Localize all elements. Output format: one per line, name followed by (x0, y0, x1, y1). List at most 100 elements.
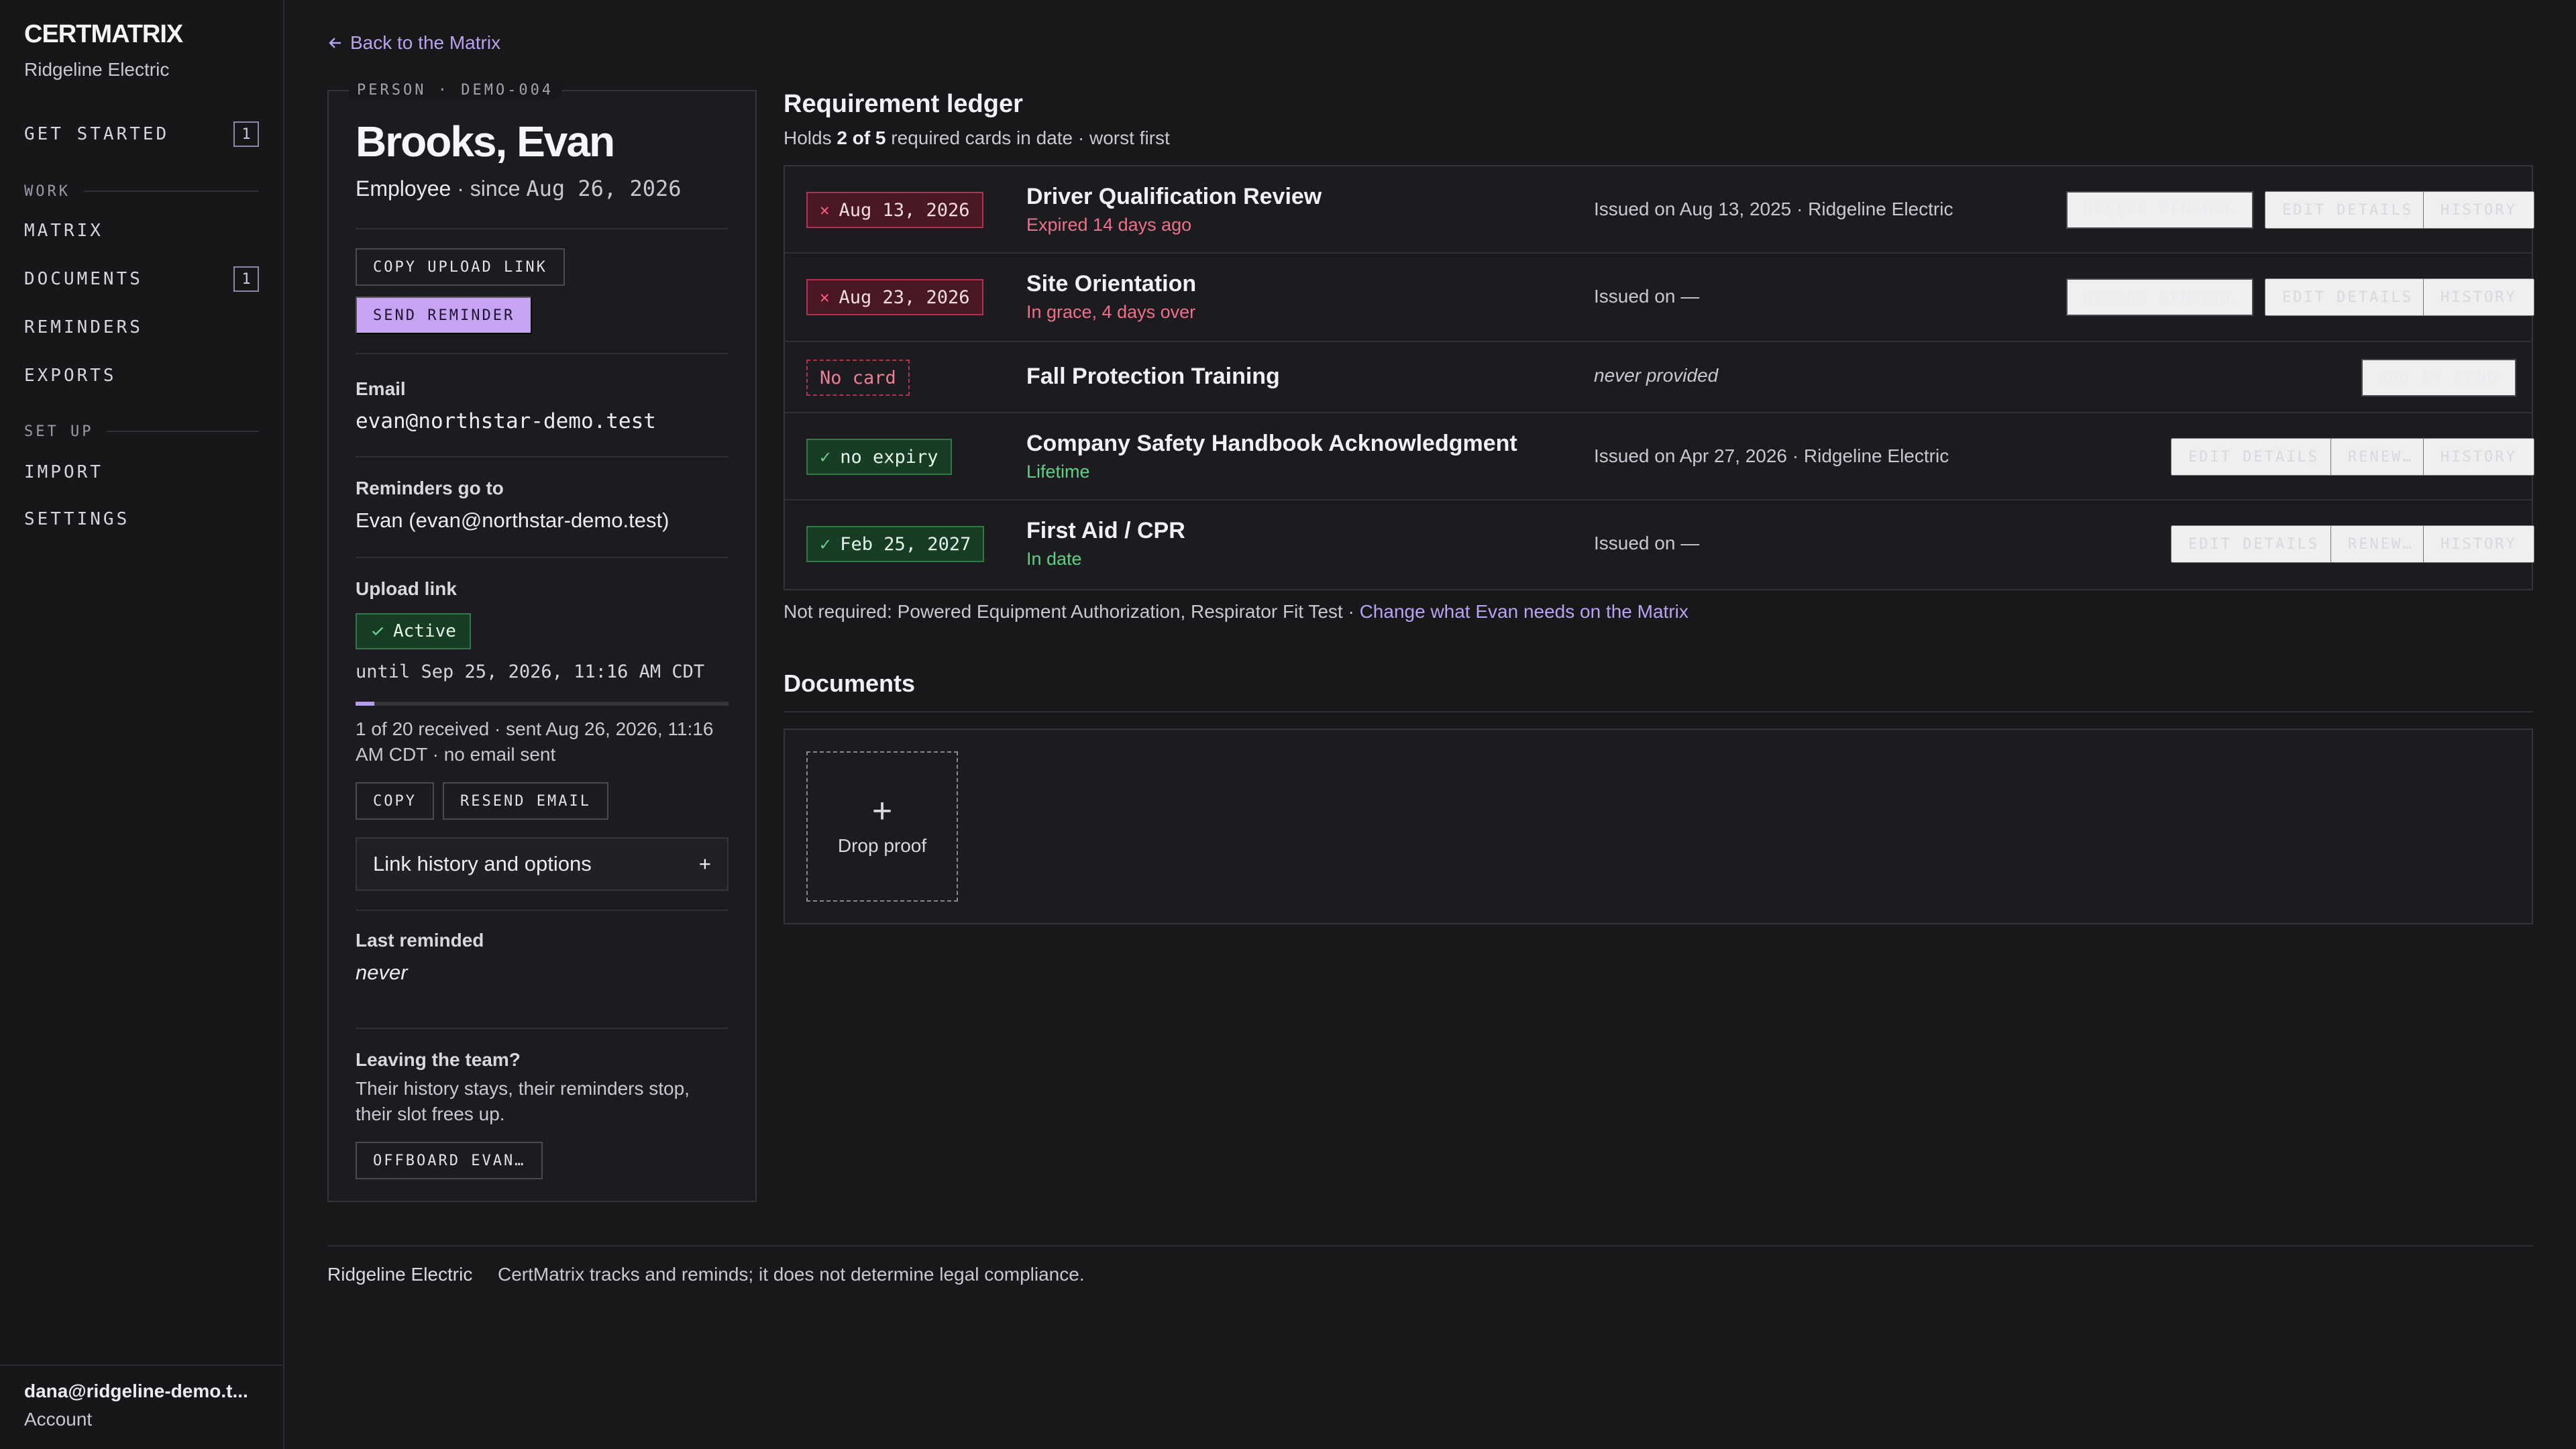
nav-get-started[interactable]: GET STARTED 1 (24, 119, 259, 149)
copy-upload-link-button[interactable]: COPY UPLOAD LINK (356, 248, 565, 286)
person-since-prefix: · since (457, 176, 521, 201)
ledger-summary-count: 2 of 5 (837, 127, 886, 148)
check-icon (372, 627, 384, 636)
upload-link-label: Upload link (356, 578, 457, 599)
status-no-card: No card (820, 367, 896, 388)
renew-button[interactable]: RENEW… (2330, 438, 2431, 476)
nav-exports-label: EXPORTS (24, 366, 117, 386)
divider (356, 557, 729, 558)
link-history-label: Link history and options (373, 852, 592, 875)
x-icon: ✕ (820, 201, 830, 219)
person-role-type: Employee (356, 176, 451, 201)
arrow-left-icon (329, 38, 341, 48)
org-name: Ridgeline Electric (24, 59, 170, 80)
nav-get-started-label: GET STARTED (24, 124, 170, 144)
back-link-label: Back to the Matrix (350, 32, 501, 53)
nav-documents[interactable]: DOCUMENTS 1 (24, 264, 259, 294)
nav-section-divider (107, 431, 259, 432)
requirement-note: In grace, 4 days over (1026, 302, 1196, 322)
nav-matrix-label: MATRIX (24, 221, 103, 241)
issued-info: Issued on — (1594, 533, 1700, 553)
requirement-name[interactable]: Company Safety Handbook Acknowledgment (1026, 431, 1517, 457)
footer-divider (327, 1245, 2533, 1246)
ledger-summary-suffix: required cards in date · worst first (891, 127, 1170, 148)
nav-section-setup: SET UP (24, 421, 259, 441)
change-requirements-link[interactable]: Change what Evan needs on the Matrix (1360, 601, 1688, 622)
record-renewal-button[interactable]: RECORD RENEWAL (2066, 191, 2254, 229)
check-icon: ✓ (820, 533, 831, 555)
drop-proof-label: Drop proof (837, 835, 927, 856)
history-button[interactable]: HISTORY (2423, 525, 2534, 563)
requirement-note: Expired 14 days ago (1026, 215, 1192, 235)
offboard-button[interactable]: OFFBOARD EVAN… (356, 1142, 543, 1179)
ledger-summary: Holds 2 of 5 required cards in date · wo… (784, 127, 1170, 149)
renew-button[interactable]: RENEW… (2330, 525, 2431, 563)
add-by-hand-button[interactable]: ADD BY HAND (2361, 359, 2516, 396)
leaving-team-label: Leaving the team? (356, 1049, 521, 1070)
nav-matrix[interactable]: MATRIX (24, 216, 259, 246)
edit-details-button[interactable]: EDIT DETAILS (2265, 191, 2430, 229)
requirement-name[interactable]: Site Orientation (1026, 271, 1196, 297)
history-button[interactable]: HISTORY (2423, 438, 2534, 476)
status-date: no expiry (840, 446, 938, 468)
nav-reminders[interactable]: REMINDERS (24, 313, 259, 342)
edit-details-button[interactable]: EDIT DETAILS (2171, 438, 2337, 476)
not-required-text: Not required: Powered Equipment Authoriz… (784, 601, 1354, 622)
send-reminder-button[interactable]: SEND REMINDER (356, 297, 533, 334)
email-label: Email (356, 378, 406, 399)
requirement-name[interactable]: Fall Protection Training (1026, 364, 1280, 390)
requirement-ledger: ✕ Aug 13, 2026 Driver Qualification Revi… (784, 165, 2534, 590)
requirement-note: Lifetime (1026, 462, 1090, 482)
nav-settings-label: SETTINGS (24, 509, 130, 529)
link-history-expander[interactable]: Link history and options + (356, 837, 729, 891)
divider (356, 353, 729, 354)
nav-exports[interactable]: EXPORTS (24, 361, 259, 390)
record-renewal-button[interactable]: RECORD RENEWAL (2066, 278, 2254, 316)
nav-section-work-label: WORK (24, 182, 70, 200)
ledger-row: ✓ Feb 25, 2027 First Aid / CPR In date I… (785, 500, 2534, 589)
issued-info: never provided (1594, 365, 1719, 386)
requirement-name[interactable]: Driver Qualification Review (1026, 184, 1322, 210)
plus-icon: + (698, 852, 711, 875)
issued-info: Issued on Apr 27, 2026 · Ridgeline Elect… (1594, 445, 1949, 466)
ledger-row: No card Fall Protection Training never p… (785, 342, 2532, 413)
documents-panel: + Drop proof (784, 729, 2533, 924)
nav-settings[interactable]: SETTINGS (24, 504, 259, 534)
upload-progress-bar (356, 702, 729, 706)
back-to-matrix-link[interactable]: Back to the Matrix (327, 32, 500, 54)
x-icon: ✕ (820, 288, 830, 307)
account-email: dana@ridgeline-demo.t... (24, 1381, 248, 1401)
last-reminded-value: never (356, 961, 408, 984)
nav-import[interactable]: IMPORT (24, 458, 259, 487)
drop-proof-zone[interactable]: + Drop proof (806, 751, 958, 902)
status-badge: ✓ no expiry (806, 439, 952, 475)
brand-logo[interactable]: CERTMATRIX (24, 20, 183, 49)
last-reminded-label: Last reminded (356, 930, 484, 951)
account-menu[interactable]: dana@ridgeline-demo.t... Account (0, 1364, 283, 1449)
history-button[interactable]: HISTORY (2423, 278, 2534, 316)
divider (356, 456, 729, 458)
footer-disclaimer: CertMatrix tracks and reminds; it does n… (498, 1264, 1085, 1285)
ledger-summary-prefix: Holds (784, 127, 832, 148)
requirement-note: In date (1026, 549, 1082, 569)
status-date: Aug 23, 2026 (839, 286, 970, 308)
requirement-name[interactable]: First Aid / CPR (1026, 518, 1185, 544)
nav-documents-count: 1 (233, 266, 259, 292)
nav-section-setup-label: SET UP (24, 423, 94, 440)
ledger-row: ✕ Aug 13, 2026 Driver Qualification Revi… (785, 166, 2534, 254)
footer-org: Ridgeline Electric (327, 1264, 473, 1285)
email-value: evan@northstar-demo.test (356, 409, 656, 433)
edit-details-button[interactable]: EDIT DETAILS (2265, 278, 2430, 316)
history-button[interactable]: HISTORY (2423, 191, 2534, 229)
status-date: Feb 25, 2027 (840, 533, 971, 555)
not-required-note: Not required: Powered Equipment Authoriz… (784, 601, 1688, 623)
resend-email-button[interactable]: RESEND EMAIL (443, 782, 608, 820)
status-badge: ✕ Aug 23, 2026 (806, 279, 983, 315)
nav-reminders-label: REMINDERS (24, 317, 143, 337)
copy-link-button[interactable]: COPY (356, 782, 434, 820)
person-since-date: Aug 26, 2026 (526, 176, 682, 201)
person-role: Employee · since Aug 26, 2026 (356, 176, 682, 201)
nav-section-divider (83, 191, 259, 192)
nav-documents-label: DOCUMENTS (24, 269, 143, 289)
edit-details-button[interactable]: EDIT DETAILS (2171, 525, 2337, 563)
